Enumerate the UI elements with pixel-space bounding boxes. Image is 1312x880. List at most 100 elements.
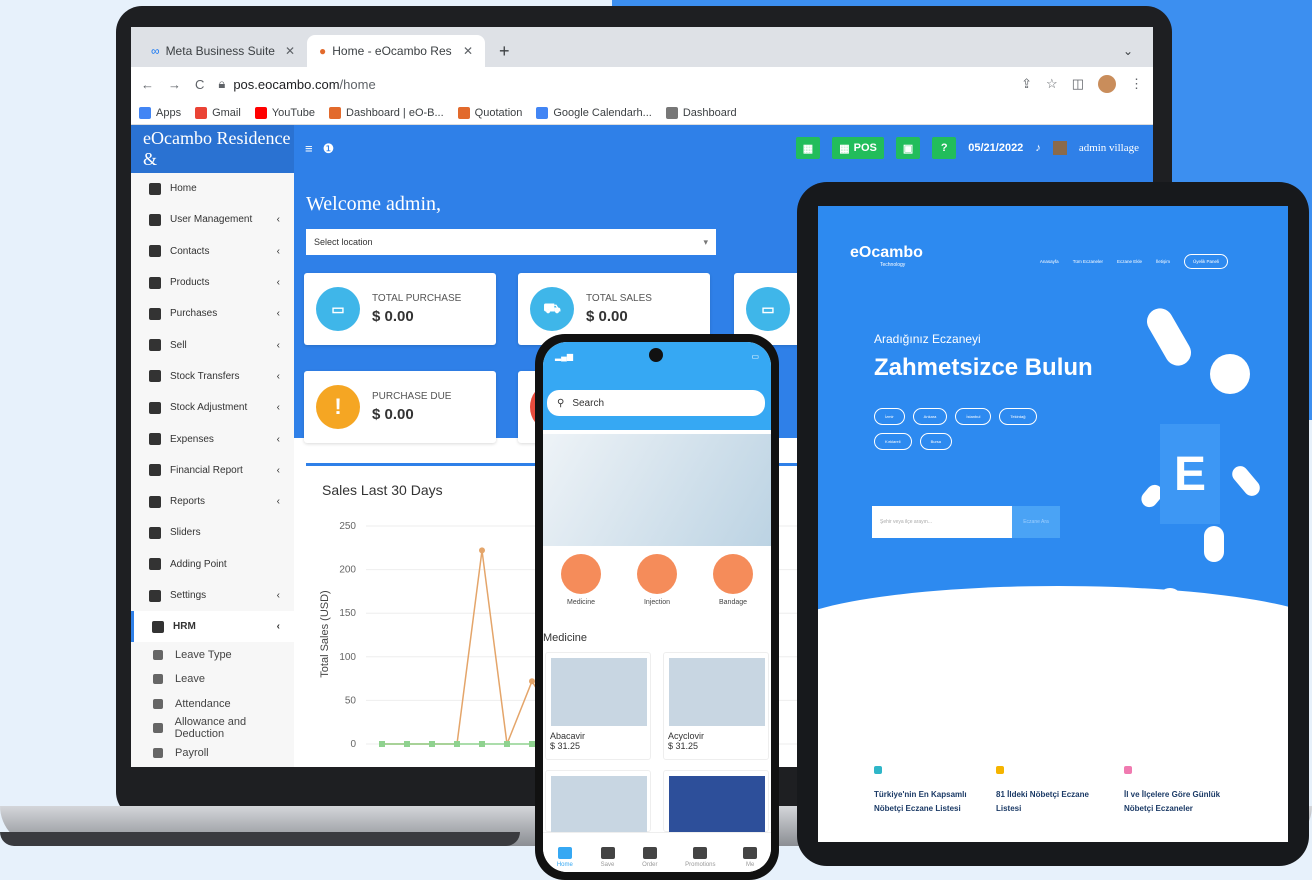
city-chip[interactable]: İzmir bbox=[874, 408, 905, 425]
forward-icon[interactable]: → bbox=[168, 77, 181, 92]
category-injection[interactable]: Injection bbox=[627, 554, 687, 624]
new-tab-button[interactable]: + bbox=[487, 35, 522, 67]
tab-label: Meta Business Suite bbox=[165, 44, 275, 58]
category-medicine[interactable]: Medicine bbox=[551, 554, 611, 624]
profile-avatar[interactable] bbox=[1098, 75, 1116, 93]
location-select[interactable]: Select location ▾ bbox=[306, 229, 716, 255]
nav-home[interactable]: Home bbox=[557, 847, 573, 868]
sidebar-item-home[interactable]: Home bbox=[131, 173, 294, 204]
menu-item-icon bbox=[149, 526, 161, 539]
bell-icon[interactable]: ♪ bbox=[1035, 142, 1041, 154]
data-point[interactable] bbox=[479, 547, 485, 554]
tablet-nav-item[interactable]: Eczane Ekle bbox=[1117, 259, 1142, 264]
city-chip[interactable]: Ankara bbox=[912, 408, 948, 425]
bookmark-apps[interactable]: Apps bbox=[139, 106, 181, 119]
sidebar-item-stock-transfers[interactable]: Stock Transfers ‹ bbox=[131, 361, 294, 392]
category-bandage[interactable]: Bandage bbox=[703, 554, 763, 624]
product-card[interactable] bbox=[663, 770, 769, 832]
nav-label: Order bbox=[642, 862, 658, 868]
hamburger-icon[interactable]: ≡ bbox=[305, 141, 313, 157]
user-name[interactable]: admin village bbox=[1079, 142, 1139, 154]
nav-promotions[interactable]: Promotions bbox=[685, 847, 716, 868]
user-avatar[interactable] bbox=[1052, 141, 1067, 155]
laptop-base-shadow bbox=[0, 832, 520, 846]
star-icon[interactable]: ☆ bbox=[1046, 76, 1058, 92]
sidepanel-icon[interactable]: ◫ bbox=[1072, 76, 1084, 92]
close-icon[interactable]: ✕ bbox=[285, 44, 295, 58]
help-button[interactable]: ? bbox=[932, 137, 957, 159]
nav-save[interactable]: Save bbox=[600, 847, 615, 868]
sidebar-subitem-leave[interactable]: Leave bbox=[131, 667, 294, 692]
tablet-nav-item[interactable]: Anasayfa bbox=[1040, 259, 1059, 264]
sidebar-subitem-allowance-and-deduction[interactable]: Allowance and Deduction bbox=[131, 716, 294, 741]
submenu-icon bbox=[153, 698, 163, 709]
sidebar-item-label: Adding Point bbox=[170, 558, 227, 570]
bookmark-dashboard-2[interactable]: Dashboard bbox=[665, 106, 737, 119]
city-chip[interactable]: İstanbul bbox=[955, 408, 992, 425]
sidebar-item-sell[interactable]: Sell ‹ bbox=[131, 329, 294, 360]
city-chip[interactable]: Bursa bbox=[919, 433, 953, 450]
product-card[interactable] bbox=[545, 770, 651, 832]
member-panel-button[interactable]: Üyelik Paneli bbox=[1183, 254, 1228, 269]
bookmark-dashboard[interactable]: Dashboard | eO-B... bbox=[329, 106, 444, 119]
cash-button[interactable]: ▣ bbox=[895, 137, 921, 159]
tablet-nav-item[interactable]: Tüm Eczaneler bbox=[1073, 259, 1103, 264]
youtube-icon bbox=[254, 106, 267, 119]
data-point[interactable] bbox=[379, 741, 385, 747]
tablet-logo[interactable]: eOcambo Technology bbox=[850, 244, 923, 268]
chevron-down-icon[interactable]: ⌄ bbox=[1111, 35, 1145, 67]
sidebar-item-settings[interactable]: Settings ‹ bbox=[131, 580, 294, 611]
app-brand[interactable]: eOcambo Residence & bbox=[131, 125, 294, 173]
data-point[interactable] bbox=[429, 741, 435, 747]
city-chip[interactable]: Tekirdağ bbox=[999, 408, 1037, 425]
calculator-button[interactable]: ▦ bbox=[795, 137, 821, 159]
sidebar-item-user-management[interactable]: User Management ‹ bbox=[131, 204, 294, 235]
bookmark-calendar[interactable]: Google Calendarh... bbox=[536, 106, 652, 119]
bookmark-gmail[interactable]: Gmail bbox=[195, 106, 241, 119]
menu-item-icon bbox=[149, 245, 161, 258]
meta-icon: ∞ bbox=[151, 44, 160, 58]
sidebar-item-reports[interactable]: Reports ‹ bbox=[131, 486, 294, 517]
back-icon[interactable]: ← bbox=[141, 77, 154, 92]
sidebar-item-stock-adjustment[interactable]: Stock Adjustment ‹ bbox=[131, 392, 294, 423]
signal-icon: ▂▄▆ bbox=[555, 352, 573, 361]
menu-icon[interactable]: ⋮ bbox=[1130, 76, 1143, 92]
sidebar-subitem-payroll[interactable]: Payroll bbox=[131, 740, 294, 765]
sidebar-item-sliders[interactable]: Sliders bbox=[131, 517, 294, 548]
share-icon[interactable]: ⇪ bbox=[1021, 76, 1032, 92]
nav-me[interactable]: Me bbox=[743, 847, 758, 868]
tablet-nav-item[interactable]: İletişim bbox=[1156, 259, 1170, 264]
pharmacy-search-button[interactable]: Eczane Ara bbox=[1012, 506, 1060, 538]
data-point[interactable] bbox=[479, 741, 485, 747]
sidebar-item-hrm[interactable]: HRM ‹ bbox=[131, 611, 294, 643]
product-card[interactable]: Acyclovir $ 31.25 bbox=[663, 652, 769, 760]
bookmark-youtube[interactable]: YouTube bbox=[254, 106, 315, 119]
sidebar-subitem-leave-type[interactable]: Leave Type bbox=[131, 642, 294, 667]
phone-search-input[interactable]: ⚲ Search bbox=[547, 390, 765, 416]
sidebar-subitem-attendance[interactable]: Attendance bbox=[131, 691, 294, 716]
sidebar-item-products[interactable]: Products ‹ bbox=[131, 267, 294, 298]
bookmark-quotation[interactable]: Quotation bbox=[457, 106, 522, 119]
url-field[interactable]: 🔒︎ pos.eocambo.com/home bbox=[218, 76, 1008, 92]
sidebar-item-expenses[interactable]: Expenses ‹ bbox=[131, 423, 294, 454]
browser-tab-home[interactable]: ● Home - eOcambo Residence & ✕ bbox=[307, 35, 485, 67]
feature-title: Türkiye'nin En Kapsamlı Nöbetçi Eczane L… bbox=[874, 790, 967, 813]
product-card[interactable]: Abacavir $ 31.25 bbox=[545, 652, 651, 760]
sidebar-item-financial-report[interactable]: Financial Report ‹ bbox=[131, 455, 294, 486]
pos-button[interactable]: ▦ POS bbox=[832, 137, 884, 159]
browser-tab-meta[interactable]: ∞ Meta Business Suite ✕ bbox=[139, 35, 307, 67]
data-point[interactable] bbox=[504, 741, 510, 747]
category-label: Bandage bbox=[718, 599, 748, 606]
pharmacy-search-input[interactable]: Şehir veya ilçe arayın... bbox=[872, 506, 1012, 538]
data-point[interactable] bbox=[454, 741, 460, 747]
close-icon[interactable]: ✕ bbox=[463, 44, 473, 58]
gmail-icon bbox=[195, 106, 208, 119]
reload-icon[interactable]: C bbox=[195, 77, 204, 92]
nav-order[interactable]: Order bbox=[642, 847, 658, 868]
city-chip[interactable]: Kırklareli bbox=[874, 433, 912, 450]
info-icon[interactable]: ❶ bbox=[323, 141, 335, 157]
sidebar-item-adding-point[interactable]: Adding Point bbox=[131, 549, 294, 580]
sidebar-item-contacts[interactable]: Contacts ‹ bbox=[131, 236, 294, 267]
data-point[interactable] bbox=[404, 741, 410, 747]
sidebar-item-purchases[interactable]: Purchases ‹ bbox=[131, 298, 294, 329]
